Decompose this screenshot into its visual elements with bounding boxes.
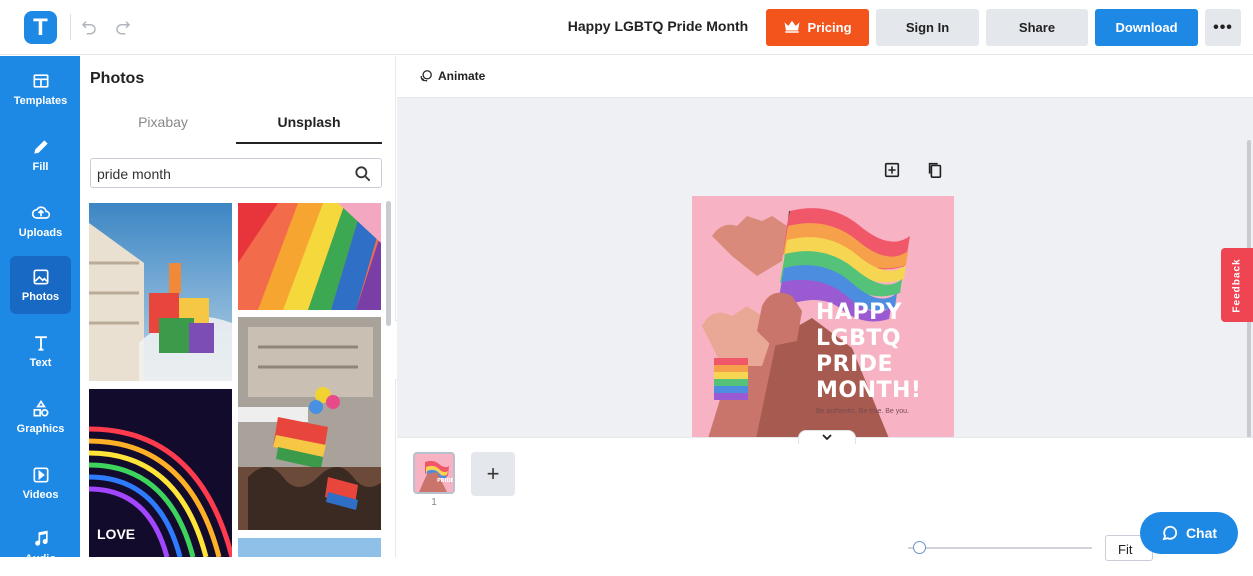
sidebar-item-label: Graphics <box>16 423 65 435</box>
sidebar-item-audio[interactable]: Audio <box>10 518 71 576</box>
top-bar: T Happy LGBTQ Pride Month Pricing Sign I… <box>0 0 1253 55</box>
shapes-icon <box>33 399 48 417</box>
headline-line: PRIDE <box>816 352 894 377</box>
tab-unsplash[interactable]: Unsplash <box>236 114 382 144</box>
svg-text:LOVE: LOVE <box>97 526 135 542</box>
photo-thumbnail[interactable] <box>89 203 232 381</box>
feedback-button[interactable]: Feedback <box>1221 248 1253 322</box>
search-input[interactable] <box>97 164 347 184</box>
divider <box>70 14 71 40</box>
headline-line: MONTH! <box>816 378 922 403</box>
photo-thumbnail[interactable] <box>238 538 381 557</box>
pricing-label: Pricing <box>807 20 852 35</box>
duplicate-icon[interactable] <box>926 161 944 179</box>
crown-icon <box>783 19 801 36</box>
photo-thumbnail[interactable] <box>238 203 381 310</box>
document-title[interactable]: Happy LGBTQ Pride Month <box>560 18 756 34</box>
design-canvas[interactable]: HAPPY LGBTQ PRIDE MONTH! Be authentic. B… <box>692 196 954 458</box>
chat-button[interactable]: Chat <box>1140 512 1238 554</box>
sidebar-item-photos[interactable]: Photos <box>10 256 71 314</box>
tab-pixabay[interactable]: Pixabay <box>90 114 236 144</box>
chat-bubble-icon <box>1162 525 1178 541</box>
animate-label: Animate <box>438 69 486 83</box>
sidebar-item-templates[interactable]: Templates <box>10 60 71 118</box>
sidebar-item-label: Audio <box>24 553 57 565</box>
music-icon <box>34 530 48 546</box>
animate-icon <box>420 70 432 82</box>
cloud-upload-icon <box>31 206 50 219</box>
zoom-slider-handle[interactable] <box>913 541 926 554</box>
photo-thumbnail[interactable] <box>238 317 381 530</box>
templates-icon <box>33 74 48 88</box>
add-page-icon[interactable] <box>883 161 901 179</box>
redo-icon[interactable] <box>112 16 134 38</box>
video-icon <box>33 467 48 483</box>
sign-in-button[interactable]: Sign In <box>876 9 979 46</box>
panel-title: Photos <box>90 70 145 87</box>
image-icon <box>33 269 48 285</box>
pages-bar: PRIDE 1 + Fit <box>397 430 1253 561</box>
photo-search-box <box>90 158 382 188</box>
search-icon[interactable] <box>353 164 373 184</box>
sidebar-item-label: Videos <box>22 489 59 501</box>
sidebar-item-uploads[interactable]: Uploads <box>10 192 71 250</box>
sidebar-item-videos[interactable]: Videos <box>10 454 71 512</box>
svg-text:PRIDE: PRIDE <box>437 478 453 484</box>
sidebar-item-graphics[interactable]: Graphics <box>10 388 71 446</box>
headline-line: LGBTQ <box>816 326 902 351</box>
sidebar-item-label: Fill <box>32 161 49 173</box>
animate-button[interactable]: Animate <box>419 69 485 83</box>
chevron-down-icon <box>822 434 832 441</box>
headline-line: HAPPY <box>816 300 903 325</box>
pricing-button[interactable]: Pricing <box>766 9 869 46</box>
page-thumbnail[interactable]: PRIDE <box>413 452 455 494</box>
design-tagline: Be authentic. Be true. Be you. <box>816 408 910 415</box>
zoom-slider[interactable] <box>908 547 1092 549</box>
sidebar-item-text[interactable]: Text <box>10 322 71 380</box>
sidebar-item-label: Photos <box>21 291 60 303</box>
left-sidebar: Templates Fill Uploads Photos Text Graph… <box>0 56 80 565</box>
text-icon <box>34 336 47 351</box>
workspace: Animate HAPPY LGBTQ PRIDE MONTH! Be auth… <box>397 56 1253 561</box>
sidebar-item-fill[interactable]: Fill <box>10 126 71 184</box>
more-options-button[interactable]: ••• <box>1205 9 1241 46</box>
canvas-area[interactable]: HAPPY LGBTQ PRIDE MONTH! Be authentic. B… <box>397 98 1253 462</box>
undo-icon[interactable] <box>78 16 100 38</box>
page-number: 1 <box>431 497 437 508</box>
photo-thumbnail[interactable]: LOVE <box>89 389 232 557</box>
app-logo[interactable]: T <box>24 11 57 44</box>
sidebar-item-label: Uploads <box>18 227 63 239</box>
share-button[interactable]: Share <box>986 9 1088 46</box>
animate-toolbar: Animate <box>397 56 1253 98</box>
sidebar-item-label: Text <box>29 357 52 369</box>
feedback-label: Feedback <box>1231 257 1243 313</box>
download-button[interactable]: Download <box>1095 9 1198 46</box>
pencil-icon <box>33 140 48 154</box>
chat-label: Chat <box>1185 525 1218 541</box>
panel-scrollbar[interactable] <box>386 201 391 326</box>
photos-panel: Photos Pixabay Unsplash LOVE <box>80 56 396 557</box>
design-headline: HAPPY LGBTQ PRIDE MONTH! <box>816 300 921 404</box>
add-page-button[interactable]: + <box>471 452 515 496</box>
sidebar-item-label: Templates <box>13 95 68 107</box>
expand-pages-button[interactable] <box>798 430 856 444</box>
